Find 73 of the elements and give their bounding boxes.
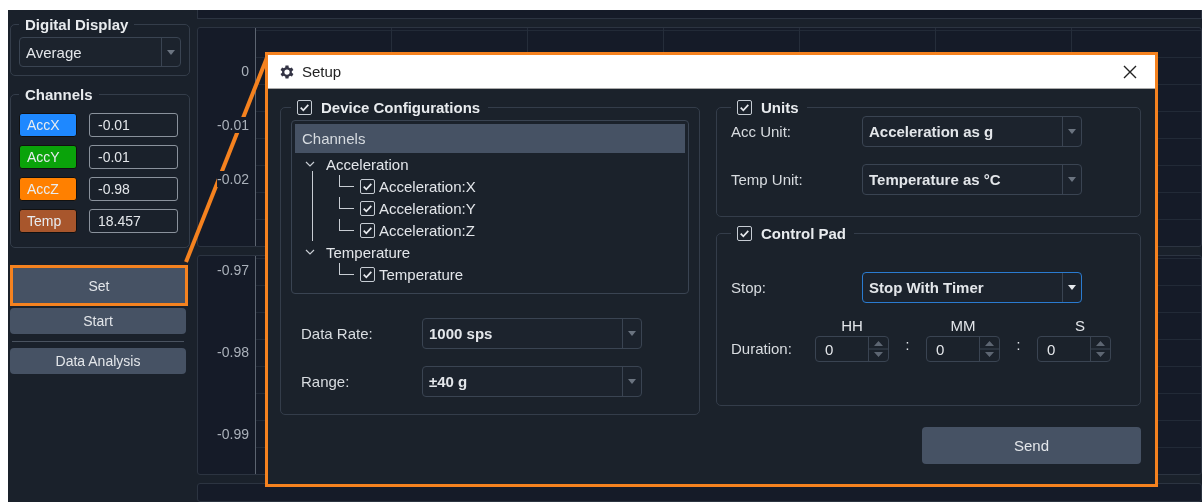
channel-tag: AccZ xyxy=(19,177,77,201)
caret-icon xyxy=(628,379,636,384)
tree-item[interactable]: Temperature xyxy=(379,265,464,283)
axis-label: -0.02 xyxy=(217,171,249,187)
spin-arrows-icon[interactable] xyxy=(1090,337,1110,361)
mode-dropdown[interactable]: Average xyxy=(19,37,181,67)
tree-item[interactable]: Temperature xyxy=(326,243,411,261)
value-field: 18.457 xyxy=(89,209,178,233)
field-label: Acc Unit: xyxy=(731,123,792,140)
checkbox[interactable] xyxy=(360,200,375,216)
field-label: Duration: xyxy=(731,340,793,359)
field-label: Data Rate: xyxy=(301,325,374,342)
spin-arrows-icon[interactable] xyxy=(979,337,999,361)
checkbox[interactable] xyxy=(297,100,312,115)
channel-tag: AccX xyxy=(19,113,77,137)
dropdown[interactable]: 1000 sps xyxy=(422,318,642,349)
field-label: Stop: xyxy=(731,279,768,296)
value-field: -0.01 xyxy=(89,113,178,137)
tree-header: Channels xyxy=(295,124,685,153)
column-header: S xyxy=(1075,317,1085,334)
tree-item[interactable]: Acceleration:X xyxy=(379,177,476,195)
tree-item[interactable]: Acceleration:Y xyxy=(379,199,476,217)
spin-box[interactable]: 0 xyxy=(926,336,1000,362)
checkbox[interactable] xyxy=(360,222,375,238)
checkbox[interactable] xyxy=(737,100,752,115)
gear-icon xyxy=(278,62,296,81)
dropdown[interactable]: ±40 g xyxy=(422,366,642,397)
dropdown[interactable]: Stop With Timer xyxy=(862,272,1082,303)
checkbox[interactable] xyxy=(737,226,752,241)
channel-tag: AccY xyxy=(19,145,77,169)
group-title: Channels xyxy=(25,86,93,103)
value-field: -0.01 xyxy=(89,145,178,169)
channel-tag: Temp xyxy=(19,209,77,233)
caret-icon xyxy=(167,49,175,55)
value-field: -0.98 xyxy=(89,177,178,201)
check-icon xyxy=(738,101,751,114)
spin-box[interactable]: 0 xyxy=(1037,336,1111,362)
caret-icon xyxy=(1068,129,1076,134)
field-label: Range: xyxy=(301,373,351,390)
checkbox[interactable] xyxy=(360,266,375,282)
spin-arrows-icon[interactable] xyxy=(868,337,888,361)
chevron-icon[interactable] xyxy=(305,161,315,167)
group-title: Units xyxy=(761,99,799,116)
dropdown[interactable]: Acceleration as g xyxy=(862,116,1082,147)
axis-label: 0 xyxy=(241,63,249,79)
time-separator: : xyxy=(904,337,911,355)
group-title: Digital Display xyxy=(25,16,129,33)
axis-label: -0.01 xyxy=(217,117,249,133)
start-button[interactable]: Start xyxy=(10,308,186,334)
check-icon xyxy=(738,227,751,240)
tree-item[interactable]: Acceleration xyxy=(326,155,409,173)
axis-label: -0.98 xyxy=(217,344,249,360)
tree-item[interactable]: Acceleration:Z xyxy=(379,221,475,239)
check-icon xyxy=(298,101,311,114)
column-header: MM xyxy=(950,317,976,334)
checkbox[interactable] xyxy=(360,178,375,194)
column-header: HH xyxy=(841,317,863,334)
data-analysis-button[interactable]: Data Analysis xyxy=(10,348,186,374)
group-title: Device Configurations xyxy=(321,99,481,116)
caret-icon xyxy=(1068,285,1076,290)
group-title: Control Pad xyxy=(761,225,846,242)
caret-icon xyxy=(628,331,636,336)
axis-label: -0.99 xyxy=(217,426,249,442)
chevron-icon[interactable] xyxy=(305,249,315,255)
dialog-title: Setup xyxy=(302,63,343,80)
caret-icon xyxy=(1068,177,1076,182)
dropdown[interactable]: Temperature as °C xyxy=(862,164,1082,195)
send-button[interactable]: Send xyxy=(922,427,1141,464)
field-label: Temp Unit: xyxy=(731,171,804,188)
time-separator: : xyxy=(1015,337,1022,355)
spin-box[interactable]: 0 xyxy=(815,336,889,362)
set-button[interactable]: Set xyxy=(13,268,185,303)
axis-label: -0.97 xyxy=(217,262,249,278)
